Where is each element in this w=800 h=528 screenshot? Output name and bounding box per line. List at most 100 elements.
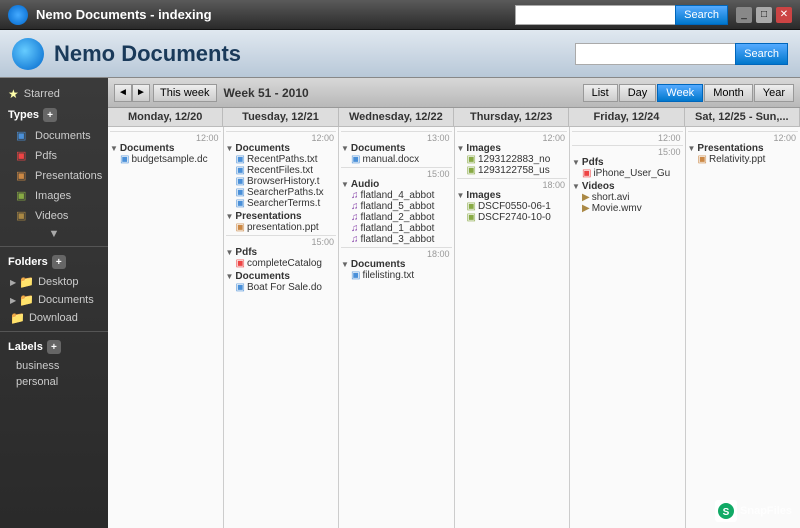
folder-documents-label: Documents xyxy=(38,294,94,306)
sidebar-item-images[interactable]: ▣ Images xyxy=(0,186,108,206)
header-mon: Monday, 12/20 xyxy=(108,108,223,126)
file-icon: ▣ xyxy=(236,154,245,165)
titlebar-search-input[interactable] xyxy=(515,5,675,25)
cal-file[interactable]: ▣ RecentPaths.txt xyxy=(226,154,337,165)
sidebar-divider-1 xyxy=(0,246,108,247)
prev-button[interactable]: ◄ xyxy=(114,84,132,102)
sidebar-item-pdfs[interactable]: ▣ Pdfs xyxy=(0,146,108,166)
sidebar-label-business[interactable]: business xyxy=(0,358,108,374)
view-year-button[interactable]: Year xyxy=(754,84,794,102)
types-add-button[interactable]: + xyxy=(43,108,57,122)
minimize-button[interactable]: _ xyxy=(736,7,752,23)
file-icon: ♫ xyxy=(351,212,359,223)
group-header: ▼ Presentations xyxy=(688,143,799,154)
file-name: manual.docx xyxy=(362,154,419,165)
arrow-icon: ▼ xyxy=(341,144,349,153)
view-list-button[interactable]: List xyxy=(583,84,618,102)
sidebar-folder-documents[interactable]: ▶ 📁 Documents xyxy=(0,291,108,309)
file-icon: ▣ xyxy=(236,198,245,209)
sidebar-videos-label: Videos xyxy=(35,210,68,222)
cal-file[interactable]: ▣ iPhone_User_Gu xyxy=(572,168,683,179)
next-button[interactable]: ► xyxy=(132,84,150,102)
doc-icon: ▣ xyxy=(16,129,30,143)
sidebar-label-personal[interactable]: personal xyxy=(0,374,108,390)
sidebar-item-videos[interactable]: ▣ Videos xyxy=(0,206,108,226)
cal-file[interactable]: ♫ flatland_2_abbot xyxy=(341,212,452,223)
file-icon: ▶ xyxy=(582,192,590,203)
cal-file[interactable]: ♫ flatland_4_abbot xyxy=(341,190,452,201)
cal-file[interactable]: ▣ manual.docx xyxy=(341,154,452,165)
file-icon: ▣ xyxy=(698,154,707,165)
file-icon: ▣ xyxy=(351,154,360,165)
file-icon: ▣ xyxy=(236,165,245,176)
cal-file[interactable]: ▣ BrowserHistory.t xyxy=(226,176,337,187)
sidebar-folder-desktop[interactable]: ▶ 📁 Desktop xyxy=(0,273,108,291)
label-business-text: business xyxy=(16,360,59,372)
view-buttons: List Day Week Month Year xyxy=(583,84,794,102)
view-day-button[interactable]: Day xyxy=(619,84,657,102)
labels-label: Labels xyxy=(8,341,43,353)
cal-file[interactable]: ▣ presentation.ppt xyxy=(226,222,337,233)
cal-file[interactable]: ▣ Relativity.ppt xyxy=(688,154,799,165)
cal-group: ▼ Documents ▣ manual.docx xyxy=(341,143,452,165)
arrow-icon: ▼ xyxy=(226,144,234,153)
sidebar-item-documents[interactable]: ▣ Documents xyxy=(0,126,108,146)
cal-col-wed: 13:00 ▼ Documents ▣ manual.docx 15:00 xyxy=(339,127,455,528)
sidebar-folder-download[interactable]: 📁 Download xyxy=(0,309,108,327)
group-header: ▼ Pdfs xyxy=(226,247,337,258)
cal-file[interactable]: ▣ 1293122758_us xyxy=(457,165,568,176)
cal-group: ▼ Audio ♫ flatland_4_abbot ♫ flatland_5_… xyxy=(341,179,452,245)
file-name: flatland_5_abbot xyxy=(361,201,435,212)
maximize-button[interactable]: □ xyxy=(756,7,772,23)
time-label: 12:00 xyxy=(572,131,683,143)
labels-add-button[interactable]: + xyxy=(47,340,61,354)
group-name: Documents xyxy=(351,143,405,154)
file-name: flatland_1_abbot xyxy=(361,223,435,234)
file-name: SearcherTerms.t xyxy=(247,198,320,209)
cal-col-mon: 12:00 ▼ Documents ▣ budgetsample.dc xyxy=(108,127,224,528)
time-label: 18:00 xyxy=(341,247,452,259)
sidebar-item-presentations[interactable]: ▣ Presentations xyxy=(0,166,108,186)
cal-group: ▼ Pdfs ▣ completeCatalog xyxy=(226,247,337,269)
sidebar-collapse-chevron[interactable]: ▼ xyxy=(0,226,108,242)
view-month-button[interactable]: Month xyxy=(704,84,753,102)
group-header: ▼ Documents xyxy=(110,143,221,154)
cal-group: ▼ Videos ▶ short.avi ▶ Movie.wmv xyxy=(572,181,683,214)
file-icon: ▣ xyxy=(120,154,129,165)
file-name: short.avi xyxy=(592,192,630,203)
cal-file[interactable]: ▣ 1293122883_no xyxy=(457,154,568,165)
close-button[interactable]: ✕ xyxy=(776,7,792,23)
cal-file[interactable]: ♫ flatland_3_abbot xyxy=(341,234,452,245)
cal-file[interactable]: ▣ RecentFiles.txt xyxy=(226,165,337,176)
window-controls: _ □ ✕ xyxy=(736,7,792,23)
cal-file[interactable]: ▣ DSCF2740-10-0 xyxy=(457,212,568,223)
cal-file[interactable]: ▣ budgetsample.dc xyxy=(110,154,221,165)
cal-file[interactable]: ▶ Movie.wmv xyxy=(572,203,683,214)
cal-file[interactable]: ▣ Boat For Sale.do xyxy=(226,282,337,293)
view-week-button[interactable]: Week xyxy=(657,84,703,102)
thisweek-button[interactable]: This week xyxy=(153,84,217,102)
sidebar-divider-2 xyxy=(0,331,108,332)
content-area: ◄ ► This week Week 51 - 2010 List Day We… xyxy=(108,78,800,528)
file-icon: ♫ xyxy=(351,234,359,245)
cal-file[interactable]: ♫ flatland_1_abbot xyxy=(341,223,452,234)
cal-file[interactable]: ▶ short.avi xyxy=(572,192,683,203)
folders-add-button[interactable]: + xyxy=(52,255,66,269)
cal-file[interactable]: ♫ flatland_5_abbot xyxy=(341,201,452,212)
sidebar: ★ Starred Types + ▣ Documents ▣ Pdfs ▣ P… xyxy=(0,78,108,528)
group-name: Documents xyxy=(351,259,405,270)
cal-file[interactable]: ▣ filelisting.txt xyxy=(341,270,452,281)
file-icon: ▶ xyxy=(582,203,590,214)
header-search-input[interactable] xyxy=(575,43,735,65)
cal-file[interactable]: ▣ completeCatalog xyxy=(226,258,337,269)
header-search-button[interactable]: Search xyxy=(735,43,788,65)
cal-file[interactable]: ▣ DSCF0550-06-1 xyxy=(457,201,568,212)
cal-file[interactable]: ▣ SearcherTerms.t xyxy=(226,198,337,209)
folder-icon: 📁 xyxy=(19,293,34,307)
sidebar-item-starred[interactable]: ★ Starred xyxy=(0,84,108,104)
file-name: Relativity.ppt xyxy=(709,154,766,165)
toolbar: ◄ ► This week Week 51 - 2010 List Day We… xyxy=(108,78,800,108)
svg-text:S: S xyxy=(723,507,730,518)
titlebar-search-button[interactable]: Search xyxy=(675,5,728,25)
cal-file[interactable]: ▣ SearcherPaths.tx xyxy=(226,187,337,198)
